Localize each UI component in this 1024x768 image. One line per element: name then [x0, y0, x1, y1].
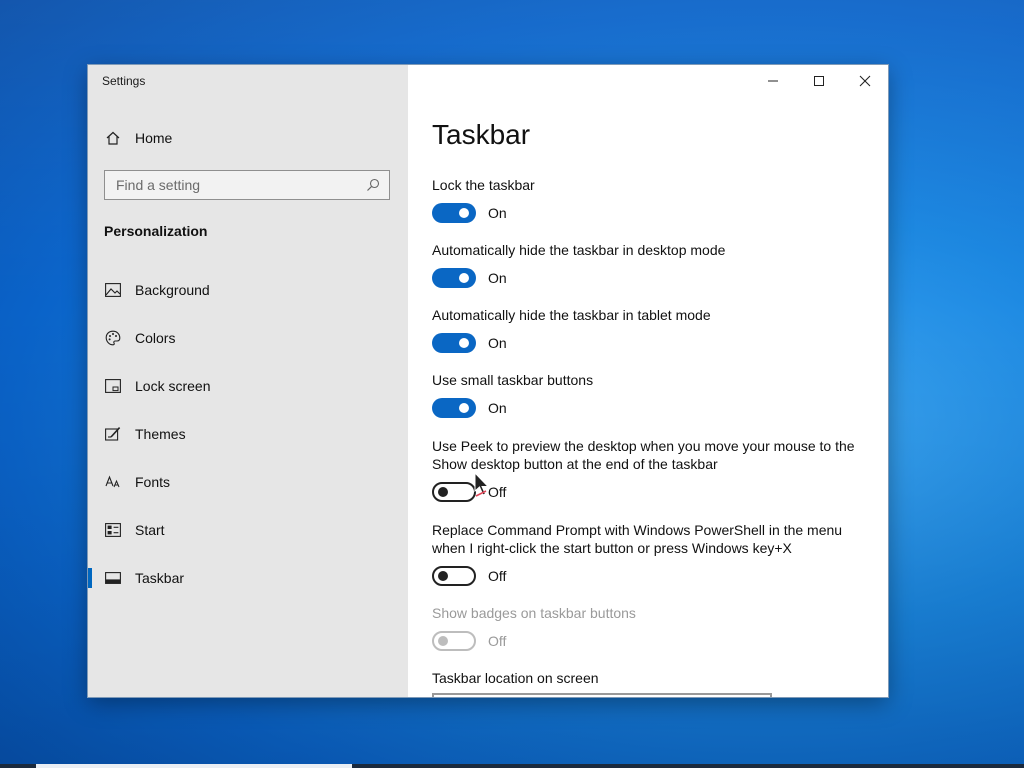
taskbar-location-label: Taskbar location on screen	[432, 670, 599, 686]
badges-state: Off	[488, 633, 507, 649]
mouse-pointer-icon	[474, 472, 490, 497]
settings-window: Settings Home Find a setting Personaliza…	[88, 65, 888, 697]
auto-hide-tablet-toggle[interactable]	[432, 333, 476, 353]
small-buttons-state: On	[488, 400, 507, 416]
search-icon[interactable]	[365, 177, 381, 193]
peek-toggle[interactable]	[432, 482, 476, 502]
sidebar-item-fonts[interactable]: Fonts	[88, 462, 408, 502]
picture-icon	[104, 281, 122, 299]
fonts-icon	[104, 473, 122, 491]
sidebar-item-label: Fonts	[135, 474, 171, 490]
toggle-knob	[438, 636, 448, 646]
maximize-button[interactable]	[796, 65, 842, 97]
home-icon	[104, 129, 122, 147]
powershell-label: Replace Command Prompt with Windows Powe…	[432, 522, 843, 556]
toggle-knob	[459, 403, 469, 413]
search-placeholder: Find a setting	[116, 177, 201, 193]
sidebar-item-label: Taskbar	[135, 570, 185, 586]
toggle-knob	[459, 208, 469, 218]
peek-label: Use Peek to preview the desktop when you…	[432, 438, 855, 472]
lock-taskbar-toggle[interactable]	[432, 203, 476, 223]
sidebar-item-colors[interactable]: Colors	[88, 318, 408, 358]
section-label: Personalization	[104, 223, 208, 239]
badges-label: Show badges on taskbar buttons	[432, 605, 636, 621]
auto-hide-tablet-label: Automatically hide the taskbar in tablet…	[432, 307, 711, 323]
themes-icon	[104, 425, 122, 443]
powershell-state: Off	[488, 568, 507, 584]
sidebar-item-lock-screen[interactable]: Lock screen	[88, 366, 408, 406]
small-buttons-label: Use small taskbar buttons	[432, 372, 594, 388]
home-nav-button[interactable]: Home	[104, 129, 172, 147]
sidebar-item-label: Lock screen	[135, 378, 211, 394]
selection-indicator	[88, 568, 92, 588]
lock-screen-icon	[104, 377, 122, 395]
small-buttons-toggle[interactable]	[432, 398, 476, 418]
sidebar-item-label: Colors	[135, 330, 176, 346]
toggle-knob	[459, 273, 469, 283]
close-icon	[859, 75, 871, 87]
page-title: Taskbar	[432, 119, 531, 150]
auto-hide-desktop-toggle[interactable]	[432, 268, 476, 288]
system-taskbar	[0, 764, 1024, 768]
minimize-icon	[768, 80, 778, 82]
taskbar-location-dropdown[interactable]	[432, 693, 772, 697]
auto-hide-desktop-label: Automatically hide the taskbar in deskto…	[432, 242, 726, 258]
sidebar: Settings Home Find a setting Personaliza…	[88, 65, 408, 697]
toggle-knob	[459, 338, 469, 348]
lock-taskbar-state: On	[488, 205, 507, 221]
badges-toggle	[432, 631, 476, 651]
minimize-button[interactable]	[750, 65, 796, 97]
toggle-knob	[438, 487, 448, 497]
powershell-toggle[interactable]	[432, 566, 476, 586]
toggle-knob	[438, 571, 448, 581]
active-window-indicator	[36, 764, 352, 768]
home-label: Home	[135, 130, 173, 146]
auto-hide-tablet-state: On	[488, 335, 507, 351]
sidebar-item-themes[interactable]: Themes	[88, 414, 408, 454]
start-icon	[104, 521, 122, 539]
sidebar-item-taskbar[interactable]: Taskbar	[88, 558, 408, 598]
sidebar-item-start[interactable]: Start	[88, 510, 408, 550]
search-input[interactable]: Find a setting	[104, 170, 390, 200]
lock-taskbar-label: Lock the taskbar	[432, 177, 535, 193]
sidebar-item-label: Start	[135, 522, 165, 538]
sidebar-item-label: Background	[135, 282, 210, 298]
auto-hide-desktop-state: On	[488, 270, 507, 286]
window-title: Settings	[102, 74, 146, 88]
sidebar-item-label: Themes	[135, 426, 186, 442]
main-content: Taskbar Lock the taskbar On Automaticall…	[408, 65, 888, 697]
sidebar-item-background[interactable]: Background	[88, 270, 408, 310]
palette-icon	[104, 329, 122, 347]
taskbar-icon	[104, 569, 122, 587]
maximize-icon	[814, 76, 824, 86]
close-button[interactable]	[842, 65, 888, 97]
